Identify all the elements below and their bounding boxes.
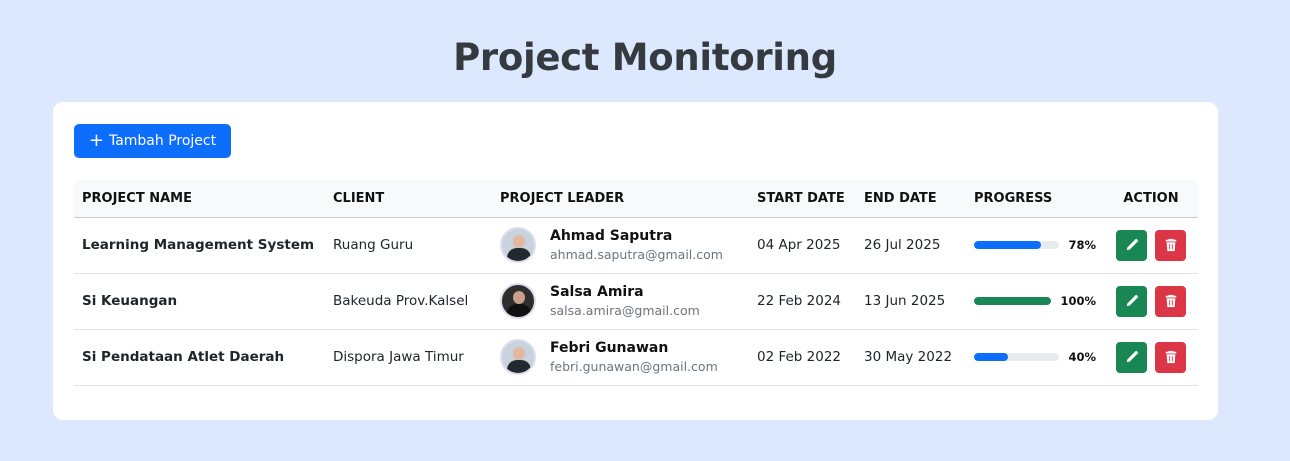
progress: 40%	[966, 329, 1104, 385]
leader-email: febri.gunawan@gmail.com	[550, 359, 718, 374]
end-date: 13 Jun 2025	[864, 293, 946, 309]
avatar	[500, 283, 536, 319]
project-leader: Ahmad Saputra ahmad.saputra@gmail.com	[492, 217, 749, 273]
project-name: Learning Management System	[82, 237, 315, 253]
header-project-leader: PROJECT LEADER	[492, 180, 749, 218]
project-leader: Febri Gunawan febri.gunawan@gmail.com	[492, 329, 749, 385]
leader-name: Ahmad Saputra	[550, 228, 673, 244]
edit-button[interactable]	[1116, 285, 1147, 317]
avatar	[500, 227, 536, 263]
pencil-icon	[1126, 294, 1138, 307]
add-project-label: Tambah Project	[108, 133, 217, 149]
actions	[1104, 329, 1198, 385]
avatar	[500, 339, 536, 375]
progress: 78%	[966, 217, 1104, 273]
page-title: Project Monitoring	[453, 36, 837, 79]
pencil-icon	[1126, 238, 1138, 251]
progress-bar	[974, 353, 1060, 361]
project-name: Si Keuangan	[82, 293, 178, 309]
edit-button[interactable]	[1116, 341, 1147, 373]
leader-name: Febri Gunawan	[550, 340, 669, 356]
edit-button[interactable]	[1116, 229, 1147, 261]
end-date: 30 May 2022	[864, 349, 953, 365]
pencil-icon	[1126, 350, 1138, 363]
client: Dispora Jawa Timur	[333, 349, 464, 365]
table-row: Si Pendataan Atlet Daerah Dispora Jawa T…	[74, 329, 1198, 385]
delete-button[interactable]	[1155, 285, 1186, 317]
header-action: ACTION	[1104, 180, 1198, 218]
header-progress: PROGRESS	[966, 180, 1104, 218]
progress-percent: 40%	[1068, 350, 1096, 364]
plus-icon: +	[88, 130, 104, 151]
add-project-button[interactable]: + Tambah Project	[74, 124, 231, 158]
actions	[1104, 273, 1198, 329]
leader-email: ahmad.saputra@gmail.com	[550, 247, 723, 262]
progress: 100%	[966, 273, 1104, 329]
start-date: 22 Feb 2024	[757, 293, 842, 309]
project-table: PROJECT NAME CLIENT PROJECT LEADER START…	[74, 180, 1198, 386]
header-start-date: START DATE	[749, 180, 856, 218]
client: Ruang Guru	[333, 237, 414, 253]
progress-percent: 100%	[1060, 294, 1096, 308]
table-header-row: PROJECT NAME CLIENT PROJECT LEADER START…	[74, 180, 1198, 218]
progress-bar	[974, 241, 1060, 249]
header-client: CLIENT	[325, 180, 492, 218]
start-date: 04 Apr 2025	[757, 237, 841, 253]
actions	[1104, 217, 1198, 273]
leader-name: Salsa Amira	[550, 284, 644, 300]
start-date: 02 Feb 2022	[757, 349, 842, 365]
progress-bar	[974, 297, 1052, 305]
leader-email: salsa.amira@gmail.com	[550, 303, 700, 318]
table-row: Si Keuangan Bakeuda Prov.Kalsel Salsa Am…	[74, 273, 1198, 329]
project-leader: Salsa Amira salsa.amira@gmail.com	[492, 273, 749, 329]
delete-button[interactable]	[1155, 341, 1186, 373]
end-date: 26 Jul 2025	[864, 237, 941, 253]
trash-icon	[1165, 238, 1176, 252]
trash-icon	[1165, 294, 1176, 308]
delete-button[interactable]	[1155, 229, 1186, 261]
client: Bakeuda Prov.Kalsel	[333, 293, 469, 309]
progress-percent: 78%	[1068, 238, 1096, 252]
header-end-date: END DATE	[856, 180, 966, 218]
trash-icon	[1165, 350, 1176, 364]
project-card: + Tambah Project PROJECT NAME CLIENT PRO…	[53, 102, 1218, 420]
header-project-name: PROJECT NAME	[74, 180, 325, 218]
project-name: Si Pendataan Atlet Daerah	[82, 349, 285, 365]
table-row: Learning Management System Ruang Guru Ah…	[74, 217, 1198, 273]
